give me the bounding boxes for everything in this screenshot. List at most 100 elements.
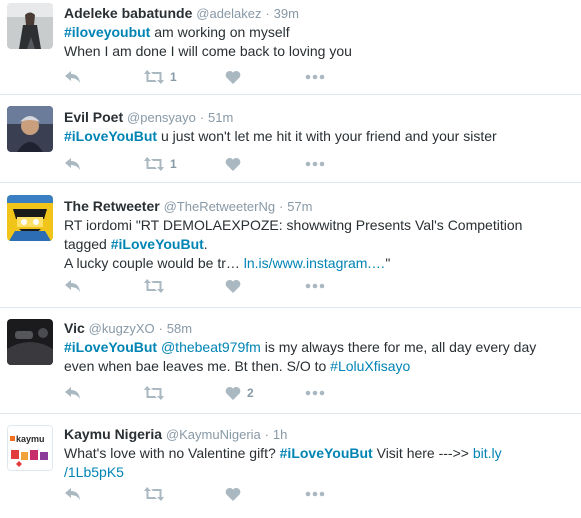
hashtag-link[interactable]: #iLoveYouBut	[111, 236, 204, 252]
username[interactable]: @kugzyXO	[89, 321, 155, 336]
hashtag-link[interactable]: #iLoveYouBut	[64, 128, 157, 144]
username[interactable]: @pensyayo	[127, 110, 196, 125]
tweet-feed: Adeleke babatunde @adelakez · 39m #ilove…	[0, 0, 581, 518]
tweet-header: Vic @kugzyXO · 58m	[64, 318, 575, 338]
separator-dot: ·	[264, 427, 270, 442]
more-button[interactable]	[305, 154, 325, 174]
tweet-text-segment: A lucky couple would be tr…	[64, 255, 244, 271]
more-icon	[305, 491, 325, 497]
retweet-button[interactable]: 1	[144, 67, 177, 87]
like-button[interactable]: 2	[225, 383, 254, 403]
reply-icon	[65, 158, 80, 170]
heart-icon	[225, 487, 241, 501]
reply-icon	[65, 71, 80, 83]
tweet-text-segment: tagged	[64, 236, 111, 252]
tweet-actions: 2	[64, 383, 384, 403]
hashtag-link[interactable]: #LoluXfisayo	[330, 358, 410, 374]
retweet-button[interactable]	[144, 383, 170, 403]
username[interactable]: @TheRetweeterNg	[164, 199, 275, 214]
display-name[interactable]: The Retweeter	[64, 198, 160, 214]
reply-button[interactable]	[64, 484, 82, 504]
reply-icon	[65, 280, 80, 292]
timestamp[interactable]: 58m	[167, 321, 192, 336]
tweet-text-line: RT iordomi "RT DEMOLAEXPOZE: showwitng P…	[64, 217, 523, 233]
tweet-actions: 1	[64, 154, 384, 174]
mention-link[interactable]: @thebeat979fm	[161, 339, 261, 355]
display-name[interactable]: Kaymu Nigeria	[64, 426, 162, 442]
hashtag-link[interactable]: #iLoveYouBut	[64, 339, 157, 355]
tweet-header: Kaymu Nigeria @KaymuNigeria · 1h	[64, 424, 575, 444]
tweet-text-line: When I am done I will come back to lovin…	[64, 43, 352, 59]
display-name[interactable]: Vic	[64, 320, 85, 336]
tweet-actions: 1	[64, 67, 384, 87]
more-icon	[305, 283, 325, 289]
reply-icon	[65, 387, 80, 399]
reply-button[interactable]	[64, 276, 82, 296]
retweet-button[interactable]	[144, 276, 170, 296]
retweet-count: 1	[170, 157, 177, 171]
tweet-text-segment: is my always there for me, all day every…	[260, 339, 537, 355]
tweet-header: Evil Poet @pensyayo · 51m	[64, 107, 575, 127]
more-icon	[305, 390, 325, 396]
heart-icon	[225, 279, 241, 293]
tweet[interactable]: Evil Poet @pensyayo · 51m #iLoveYouBut u…	[0, 95, 581, 183]
like-button[interactable]	[225, 154, 247, 174]
avatar[interactable]: kaymu	[7, 425, 53, 471]
tweet-text-segment: .	[203, 236, 208, 252]
like-button[interactable]	[225, 276, 247, 296]
hashtag-link[interactable]: #iLoveYouBut	[280, 445, 373, 461]
like-button[interactable]	[225, 67, 247, 87]
url-link[interactable]: /1Lb5pK5	[64, 464, 124, 480]
tweet-text: #iLoveYouBut u just won't let me hit it …	[64, 127, 575, 146]
tweet[interactable]: Vic @kugzyXO · 58m #iLoveYouBut @thebeat…	[0, 308, 581, 414]
reply-icon	[65, 488, 80, 500]
tweet[interactable]: kaymu Kaymu Nigeria @KaymuNigeria · 1h W…	[0, 414, 581, 518]
retweet-icon	[144, 279, 164, 293]
timestamp[interactable]: 39m	[274, 6, 299, 21]
retweet-icon	[144, 487, 164, 501]
separator-dot: ·	[278, 199, 284, 214]
timestamp[interactable]: 51m	[208, 110, 233, 125]
tweet-header: The Retweeter @TheRetweeterNg · 57m	[64, 196, 575, 216]
like-button[interactable]	[225, 484, 247, 504]
more-button[interactable]	[305, 484, 325, 504]
tweet-text-segment: Visit here --->>	[372, 445, 473, 461]
tweet-text: #iloveyoubut am working on myself When I…	[64, 23, 575, 61]
avatar[interactable]	[7, 319, 53, 365]
heart-icon	[225, 157, 241, 171]
retweet-count: 1	[170, 70, 177, 84]
tweet[interactable]: The Retweeter @TheRetweeterNg · 57m RT i…	[0, 183, 581, 308]
heart-icon	[225, 386, 241, 400]
tweet-text-segment: What's love with no Valentine gift?	[64, 445, 280, 461]
hashtag-link[interactable]: #iloveyoubut	[64, 24, 150, 40]
url-link[interactable]: bit.ly	[473, 445, 502, 461]
tweet-text-segment: even when bae leaves me. Bt then. S/O to	[64, 358, 331, 374]
timestamp[interactable]: 57m	[287, 199, 312, 214]
username[interactable]: @adelakez	[196, 6, 261, 21]
more-button[interactable]	[305, 67, 325, 87]
display-name[interactable]: Evil Poet	[64, 109, 123, 125]
separator-dot: ·	[265, 6, 270, 21]
retweet-button[interactable]	[144, 484, 170, 504]
retweet-button[interactable]: 1	[144, 154, 177, 174]
more-button[interactable]	[305, 276, 325, 296]
like-count: 2	[247, 386, 254, 400]
username[interactable]: @KaymuNigeria	[166, 427, 261, 442]
tweet-header: Adeleke babatunde @adelakez · 39m	[64, 3, 575, 23]
display-name[interactable]: Adeleke babatunde	[64, 5, 192, 21]
tweet[interactable]: Adeleke babatunde @adelakez · 39m #ilove…	[0, 0, 581, 95]
url-link[interactable]: ln.is/www.instagram.…	[244, 255, 386, 271]
heart-icon	[225, 70, 241, 84]
timestamp[interactable]: 1h	[273, 427, 287, 442]
avatar[interactable]	[7, 3, 53, 49]
tweet-text: RT iordomi "RT DEMOLAEXPOZE: showwitng P…	[64, 216, 575, 273]
reply-button[interactable]	[64, 67, 82, 87]
separator-dot: ·	[199, 110, 205, 125]
reply-button[interactable]	[64, 383, 82, 403]
avatar[interactable]	[7, 106, 53, 152]
tweet-actions	[64, 484, 384, 504]
avatar[interactable]	[7, 195, 53, 241]
reply-button[interactable]	[64, 154, 82, 174]
more-button[interactable]	[305, 383, 325, 403]
tweet-text: What's love with no Valentine gift? #iLo…	[64, 444, 575, 482]
